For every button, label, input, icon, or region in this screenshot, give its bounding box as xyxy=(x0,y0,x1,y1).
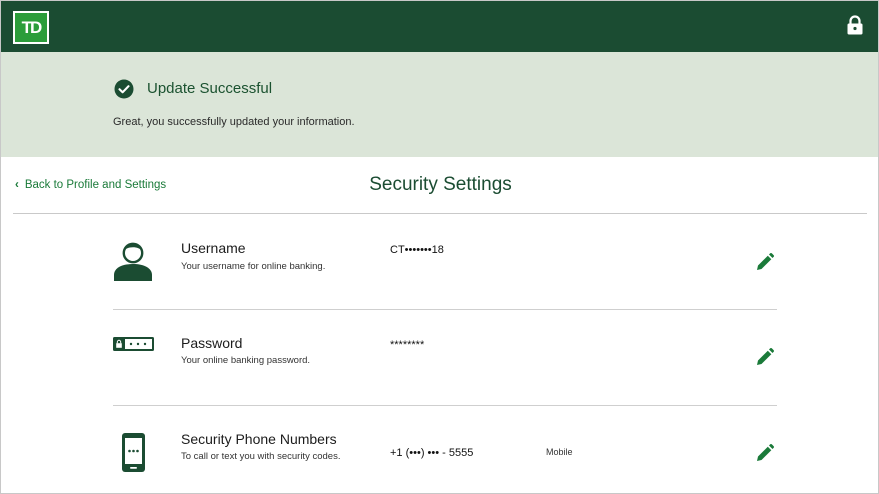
phone-label: Security Phone Numbers xyxy=(181,431,337,447)
settings-row-phone: Security Phone Numbers To call or text y… xyxy=(113,406,777,494)
phone-value: +1 (•••) ••• - 5555 xyxy=(390,447,474,459)
user-icon xyxy=(114,242,152,281)
lock-icon[interactable] xyxy=(846,15,864,35)
phone-description: To call or text you with security codes. xyxy=(181,451,341,462)
settings-row-username: Username Your username for online bankin… xyxy=(113,214,777,310)
check-circle-icon xyxy=(114,79,134,99)
username-label: Username xyxy=(181,240,246,256)
banner-title: Update Successful xyxy=(147,80,273,97)
password-label: Password xyxy=(181,335,243,351)
page-title: Security Settings xyxy=(1,174,878,196)
success-banner: Update Successful Great, you successfull… xyxy=(1,52,878,157)
mobile-phone-icon xyxy=(122,433,145,472)
password-value: ******** xyxy=(390,339,425,351)
username-description: Your username for online banking. xyxy=(181,261,326,272)
banner-message: Great, you successfully updated your inf… xyxy=(113,116,355,128)
settings-row-password: Password Your online banking password. *… xyxy=(113,310,777,406)
username-value: CT•••••••18 xyxy=(390,244,444,256)
edit-username-icon[interactable] xyxy=(755,252,775,272)
top-bar: TD xyxy=(1,1,878,52)
td-logo[interactable]: TD xyxy=(13,11,49,44)
page-title-text: Security Settings xyxy=(369,174,512,195)
password-description: Your online banking password. xyxy=(181,355,311,366)
edit-phone-icon[interactable] xyxy=(755,443,775,463)
edit-password-icon[interactable] xyxy=(755,347,775,367)
phone-type: Mobile xyxy=(546,447,573,457)
password-icon xyxy=(113,337,154,351)
